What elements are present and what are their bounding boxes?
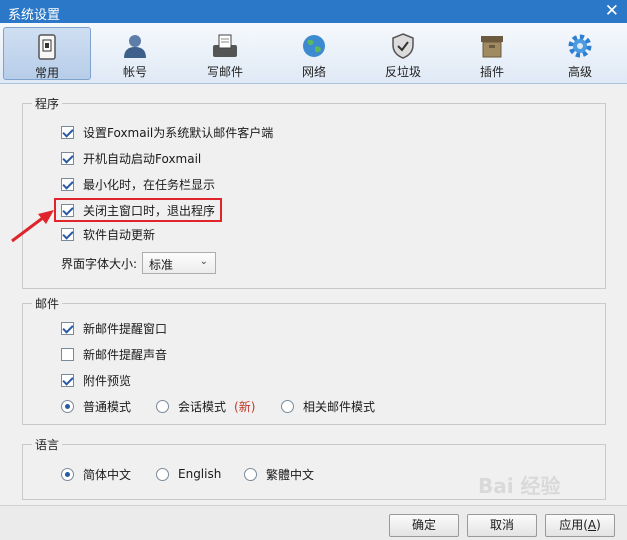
mode-conversation[interactable]: 会话模式 (新) [156, 398, 255, 414]
radio-button[interactable] [156, 399, 169, 413]
mail-group-title: 邮件 [32, 295, 63, 312]
language-label: English [178, 467, 222, 481]
dialog-footer: 确定 取消 应用(A) [0, 505, 627, 540]
tab-label: 常用 [34, 66, 59, 80]
option-new-mail-sound[interactable]: 新邮件提醒声音 [61, 346, 167, 362]
mode-related[interactable]: 相关邮件模式 [281, 398, 375, 414]
tab-general[interactable]: 常用 [3, 27, 91, 80]
radio-button[interactable] [244, 467, 257, 481]
radio-button[interactable] [281, 399, 294, 413]
apply-hotkey: A [587, 518, 597, 532]
title-bar: 系统设置 ✕ [0, 0, 627, 23]
option-attachment-preview[interactable]: 附件预览 [61, 372, 131, 388]
option-minimize-taskbar[interactable]: 最小化时，在任务栏显示 [61, 176, 215, 192]
tab-compose[interactable]: 写邮件 [181, 27, 269, 80]
option-label: 附件预览 [83, 373, 132, 388]
radio-button[interactable] [156, 467, 169, 481]
chevron-down-icon: ⌄ [199, 256, 208, 267]
option-label: 软件自动更新 [83, 227, 156, 242]
checkbox[interactable] [61, 347, 74, 361]
ok-button[interactable]: 确定 [389, 514, 459, 537]
apply-button[interactable]: 应用(A) [545, 514, 615, 537]
gear-icon [536, 32, 624, 60]
tab-label: 网络 [301, 65, 326, 79]
compose-icon [181, 32, 269, 60]
language-group-title: 语言 [32, 436, 63, 453]
mode-label: 普通模式 [83, 399, 132, 414]
option-auto-update[interactable]: 软件自动更新 [61, 226, 155, 242]
font-size-value: 标准 [149, 258, 174, 272]
language-simplified[interactable]: 简体中文 [61, 466, 131, 482]
option-label: 设置Foxmail为系统默认邮件客户端 [83, 125, 274, 140]
apply-label-suffix: ) [596, 518, 601, 532]
mode-label: 相关邮件模式 [303, 399, 376, 414]
checkbox[interactable] [61, 321, 74, 335]
language-label: 简体中文 [83, 467, 132, 482]
font-size-label: 界面字体大小: [61, 256, 138, 271]
tab-antispam[interactable]: 反垃圾 [359, 27, 447, 80]
user-icon [91, 32, 179, 60]
tab-advanced[interactable]: 高级 [536, 27, 624, 80]
new-badge: (新) [234, 399, 256, 414]
language-english[interactable]: English [156, 466, 221, 482]
checkbox[interactable] [61, 125, 74, 139]
language-label: 繁體中文 [266, 467, 315, 482]
option-default-client[interactable]: 设置Foxmail为系统默认邮件客户端 [61, 124, 273, 140]
tab-label: 帐号 [122, 65, 147, 79]
checkbox[interactable] [61, 227, 74, 241]
annotation-arrow-icon [11, 210, 54, 243]
tab-label: 反垃圾 [384, 65, 421, 79]
globe-icon [270, 32, 358, 60]
tab-label: 高级 [567, 65, 592, 79]
apply-label-prefix: 应用( [559, 518, 588, 532]
box-icon [448, 32, 536, 60]
radio-button[interactable] [61, 399, 74, 413]
highlight-box [54, 198, 222, 222]
checkbox[interactable] [61, 177, 74, 191]
close-icon[interactable]: ✕ [605, 1, 619, 21]
option-label: 新邮件提醒声音 [83, 347, 168, 362]
language-traditional[interactable]: 繁體中文 [244, 466, 314, 482]
option-autostart[interactable]: 开机自动启动Foxmail [61, 150, 201, 166]
option-label: 最小化时，在任务栏显示 [83, 177, 216, 192]
tab-network[interactable]: 网络 [270, 27, 358, 80]
radio-button[interactable] [61, 467, 74, 481]
tab-label: 插件 [479, 65, 504, 79]
option-label: 新邮件提醒窗口 [83, 321, 168, 336]
option-label: 开机自动启动Foxmail [83, 151, 202, 166]
option-new-mail-window[interactable]: 新邮件提醒窗口 [61, 320, 167, 336]
window-title: 系统设置 [8, 8, 61, 23]
mode-normal[interactable]: 普通模式 [61, 398, 131, 414]
tab-label: 写邮件 [206, 65, 243, 79]
checkbox[interactable] [61, 151, 74, 165]
settings-toolbar: 常用 帐号 写邮件 网络 反垃圾 插件 高级 [0, 23, 627, 84]
cancel-button[interactable]: 取消 [467, 514, 537, 537]
mode-label: 会话模式 [178, 399, 227, 414]
checkbox[interactable] [61, 373, 74, 387]
tab-plugins[interactable]: 插件 [448, 27, 536, 80]
shield-icon [359, 32, 447, 60]
phone-icon [4, 33, 90, 61]
font-size-select[interactable]: 标准 ⌄ [142, 252, 216, 274]
watermark: Bai 经验 [478, 474, 561, 498]
tab-account[interactable]: 帐号 [91, 27, 179, 80]
program-group-title: 程序 [32, 95, 63, 112]
